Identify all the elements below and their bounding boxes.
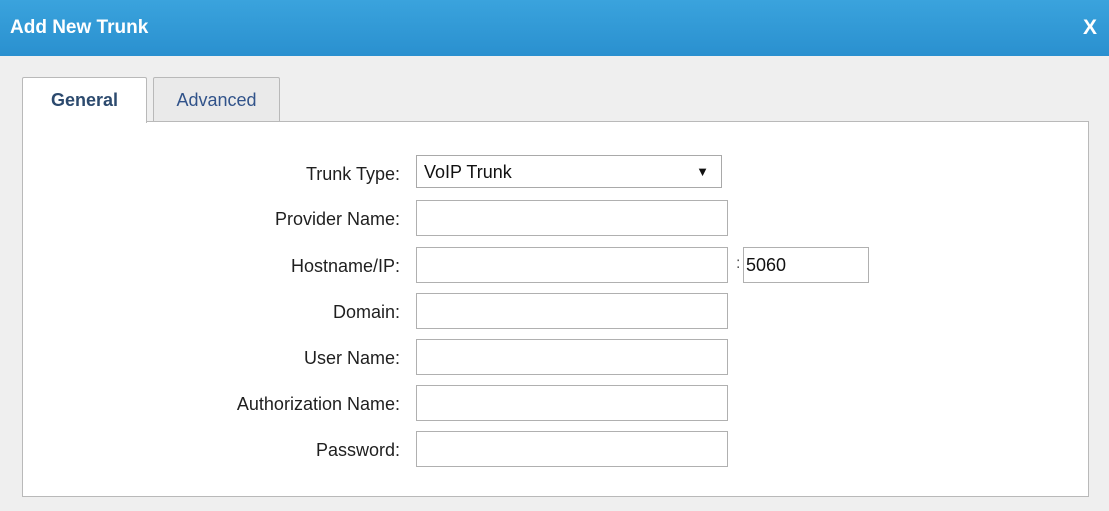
dialog-title-bar: Add New Trunk X — [0, 0, 1109, 56]
hostname-input[interactable] — [416, 247, 728, 283]
hostname-row: Hostname/IP: : — [23, 247, 1088, 285]
tab-general[interactable]: General — [22, 77, 147, 123]
port-separator: : — [736, 255, 741, 272]
user-name-label: User Name: — [303, 348, 400, 368]
tab-advanced[interactable]: Advanced — [153, 77, 280, 121]
authorization-name-input[interactable] — [416, 385, 728, 421]
hostname-label: Hostname/IP: — [290, 256, 400, 276]
trunk-type-select[interactable]: VoIP Trunk ▼ — [416, 155, 722, 188]
authorization-name-label: Authorization Name: — [236, 394, 400, 414]
password-input[interactable] — [416, 431, 728, 467]
user-name-row: User Name: — [23, 339, 1088, 377]
general-panel: Trunk Type: VoIP Trunk ▼ Provider Name: … — [22, 121, 1089, 497]
dialog-title: Add New Trunk — [10, 17, 149, 38]
close-icon[interactable]: X — [1083, 16, 1097, 40]
password-label: Password: — [315, 440, 400, 460]
dropdown-arrow-icon: ▼ — [696, 164, 709, 179]
trunk-type-row: Trunk Type: VoIP Trunk ▼ — [23, 155, 1088, 193]
add-trunk-dialog: Add New Trunk X General Advanced Trunk T… — [0, 0, 1109, 511]
provider-name-label: Provider Name: — [274, 209, 400, 229]
user-name-input[interactable] — [416, 339, 728, 375]
port-input[interactable] — [743, 247, 869, 283]
trunk-type-value: VoIP Trunk — [424, 162, 512, 182]
domain-row: Domain: — [23, 293, 1088, 331]
domain-label: Domain: — [332, 302, 400, 322]
provider-name-row: Provider Name: — [23, 200, 1088, 238]
domain-input[interactable] — [416, 293, 728, 329]
authorization-name-row: Authorization Name: — [23, 385, 1088, 423]
trunk-type-label: Trunk Type: — [305, 164, 400, 184]
provider-name-input[interactable] — [416, 200, 728, 236]
password-row: Password: — [23, 431, 1088, 469]
